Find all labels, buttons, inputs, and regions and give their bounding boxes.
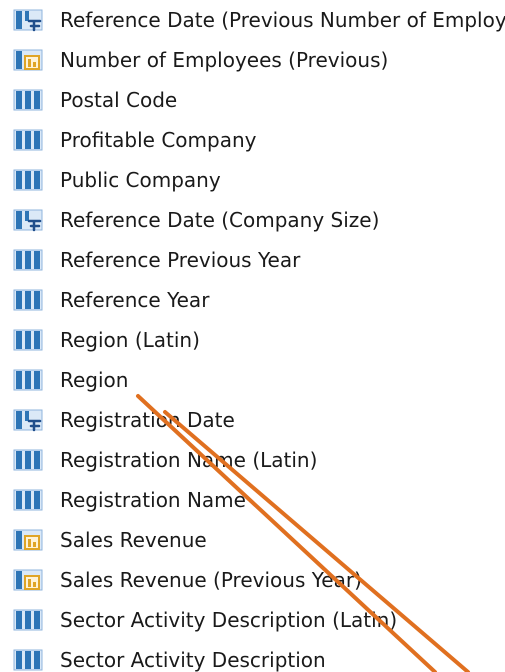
column-icon xyxy=(13,169,43,191)
field-list-item[interactable]: Profitable Company xyxy=(0,120,505,160)
field-label: Registration Name (Latin) xyxy=(60,448,318,472)
field-list-item[interactable]: Registration Name xyxy=(0,480,505,520)
field-list-item[interactable]: Number of Employees (Previous) xyxy=(0,40,505,80)
field-label: Region (Latin) xyxy=(60,328,200,352)
field-label: Sales Revenue (Previous Year) xyxy=(60,568,362,592)
column-icon xyxy=(13,649,43,671)
column-icon xyxy=(13,249,43,271)
field-label: Profitable Company xyxy=(60,128,257,152)
field-label: Reference Date (Company Size) xyxy=(60,208,380,232)
field-label: Reference Date (Previous Number of Emplo… xyxy=(60,8,505,32)
field-list-item[interactable]: Sector Activity Description xyxy=(0,640,505,672)
field-label: Registration Date xyxy=(60,408,235,432)
field-list-item[interactable]: Reference Previous Year xyxy=(0,240,505,280)
measure-icon xyxy=(13,569,43,591)
column-icon xyxy=(13,89,43,111)
field-label: Reference Year xyxy=(60,288,210,312)
date-hierarchy-icon xyxy=(13,209,43,232)
field-list-item[interactable]: Sector Activity Description (Latin) xyxy=(0,600,505,640)
date-hierarchy-icon xyxy=(13,9,43,32)
field-list-item[interactable]: Reference Year xyxy=(0,280,505,320)
field-label: Registration Name xyxy=(60,488,246,512)
field-label: Region xyxy=(60,368,129,392)
field-label: Reference Previous Year xyxy=(60,248,301,272)
column-icon xyxy=(13,609,43,631)
field-list-item[interactable]: Postal Code xyxy=(0,80,505,120)
field-list: Reference Date (Previous Number of Emplo… xyxy=(0,0,505,672)
field-label: Sector Activity Description xyxy=(60,648,326,672)
field-label: Public Company xyxy=(60,168,221,192)
column-icon xyxy=(13,289,43,311)
field-label: Sales Revenue xyxy=(60,528,207,552)
measure-icon xyxy=(13,49,43,71)
field-list-item[interactable]: Reference Date (Company Size) xyxy=(0,200,505,240)
field-list-item[interactable]: Registration Name (Latin) xyxy=(0,440,505,480)
column-icon xyxy=(13,329,43,351)
date-hierarchy-icon xyxy=(13,409,43,432)
field-list-item[interactable]: Region xyxy=(0,360,505,400)
field-list-item[interactable]: Sales Revenue (Previous Year) xyxy=(0,560,505,600)
field-label: Sector Activity Description (Latin) xyxy=(60,608,398,632)
field-list-item[interactable]: Registration Date xyxy=(0,400,505,440)
field-list-item[interactable]: Public Company xyxy=(0,160,505,200)
field-label: Number of Employees (Previous) xyxy=(60,48,389,72)
field-list-item[interactable]: Sales Revenue xyxy=(0,520,505,560)
column-icon xyxy=(13,449,43,471)
field-label: Postal Code xyxy=(60,88,178,112)
column-icon xyxy=(13,129,43,151)
measure-icon xyxy=(13,529,43,551)
field-list-item[interactable]: Region (Latin) xyxy=(0,320,505,360)
column-icon xyxy=(13,369,43,391)
field-list-item[interactable]: Reference Date (Previous Number of Emplo… xyxy=(0,0,505,40)
column-icon xyxy=(13,489,43,511)
